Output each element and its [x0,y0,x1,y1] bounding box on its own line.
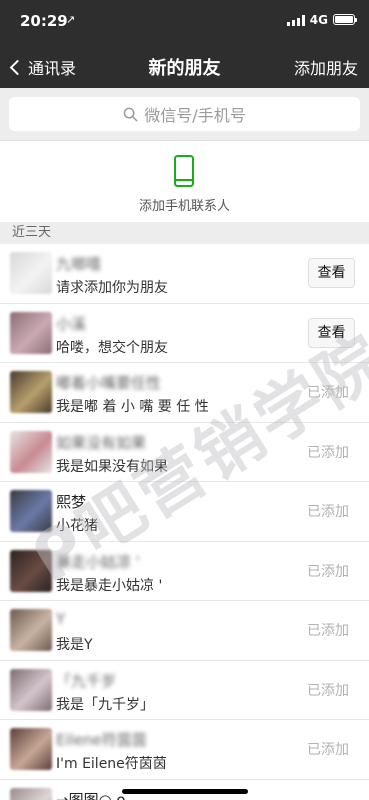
friend-name: 熙梦 [56,493,87,511]
friend-name: 如果没有如果 [56,433,147,452]
friend-request-row[interactable]: 九啷嘻请求添加你为朋友 查看 [0,244,369,304]
friend-message: 请求添加你为朋友 [56,280,168,296]
friend-request-row[interactable]: Y 我是Y 已添加 [0,601,369,661]
search-input[interactable]: 微信号/手机号 [9,97,360,131]
avatar[interactable] [10,371,52,413]
friend-name: 九啷嘻 [56,255,102,273]
add-friend-button[interactable]: 添加朋友 [294,55,358,79]
battery-icon [333,14,357,25]
status-time: 20:29 [20,12,68,30]
friend-request-row[interactable]: Eilene符茵茵 I'm Eilene符茵茵 已添加 [0,720,369,780]
network-type: 4G [309,13,328,27]
added-status: 已添加 [307,742,349,758]
added-status: 已添加 [307,563,349,580]
search-icon [123,107,138,121]
avatar[interactable] [10,490,52,532]
added-status: 已添加 [307,504,349,520]
friend-name: 「九千岁 [56,671,117,690]
added-status: 已添加 [307,385,349,401]
avatar[interactable] [10,787,52,800]
friend-request-row[interactable]: 暴走小姑凉 ' 我是暴走小姑凉 ' 已添加 [0,541,369,601]
add-phone-contacts[interactable]: 添加手机联系人 [0,140,369,222]
avatar[interactable] [10,609,52,651]
avatar[interactable] [10,728,52,770]
friend-name: 嘟着小嘴要任性 [56,374,162,392]
status-bar: 20:29 ↗ 4G [0,0,369,44]
search-placeholder: 微信号/手机号 [144,106,246,125]
top-bar: 20:29 ↗ 4G 通讯录 新的朋友 添加朋友 [0,0,369,88]
friend-request-row[interactable]: 如果没有如果我是如果没有如果 已添加 [0,422,369,482]
friend-message: 我是「九千岁」 [56,696,154,713]
friend-name: Eilene符茵茵 [56,731,147,749]
avatar[interactable] [10,252,52,294]
avatar[interactable] [10,668,52,711]
section-header: 近三天 [0,222,369,244]
friend-message: 小花猪 [56,518,98,534]
friend-request-row[interactable]: 小溪哈喽，想交个朋友 查看 [0,303,369,363]
phone-icon [174,155,194,187]
search-area: 微信号/手机号 [0,88,369,140]
friend-name: Y [56,610,66,628]
added-status: 已添加 [307,444,349,461]
added-status: 已添加 [307,682,349,699]
friend-name: 小溪 [56,314,87,333]
view-request-button[interactable]: 查看 [308,317,355,348]
friend-message: 我是如果没有如果 [56,458,168,475]
avatar[interactable] [10,311,52,354]
friend-request-row[interactable]: 「九千岁我是「九千岁」 已添加 [0,660,369,720]
add-phone-contacts-label: 添加手机联系人 [138,199,230,214]
friend-message: 哈喽，想交个朋友 [56,339,168,356]
friend-request-list: 九啷嘻 请求添加你为朋友 查看 小溪 哈喽，想交个朋友 查看 嘟着小嘴要任性 我是嘟 着 小 … [0,244,369,800]
navigation-bar: 通讯录 新的朋友 添加朋友 [0,44,369,88]
friend-message: I'm Eilene符茵茵 [56,756,167,772]
friend-name: →图图○ o [56,790,126,800]
added-status: 已添加 [307,623,349,639]
friend-message: 我是嘟 着 小 嘴 要 任 性 [56,399,209,415]
friend-request-row[interactable]: 嘟着小嘴要任性我是嘟 着 小 嘴 要 任 性 已添加 [0,363,369,423]
location-icon: ↗ [66,13,76,26]
friend-message: 我是暴走小姑凉 ' [56,577,163,594]
view-request-button[interactable]: 查看 [308,258,355,288]
friend-request-row[interactable]: 熙梦小花猪 已添加 [0,482,369,542]
home-indicator[interactable] [122,789,248,794]
avatar[interactable] [10,430,52,473]
avatar[interactable] [10,549,52,592]
signal-icon [287,15,305,26]
friend-message: 我是Y [56,637,93,653]
friend-name: 暴走小姑凉 ' [56,552,140,571]
